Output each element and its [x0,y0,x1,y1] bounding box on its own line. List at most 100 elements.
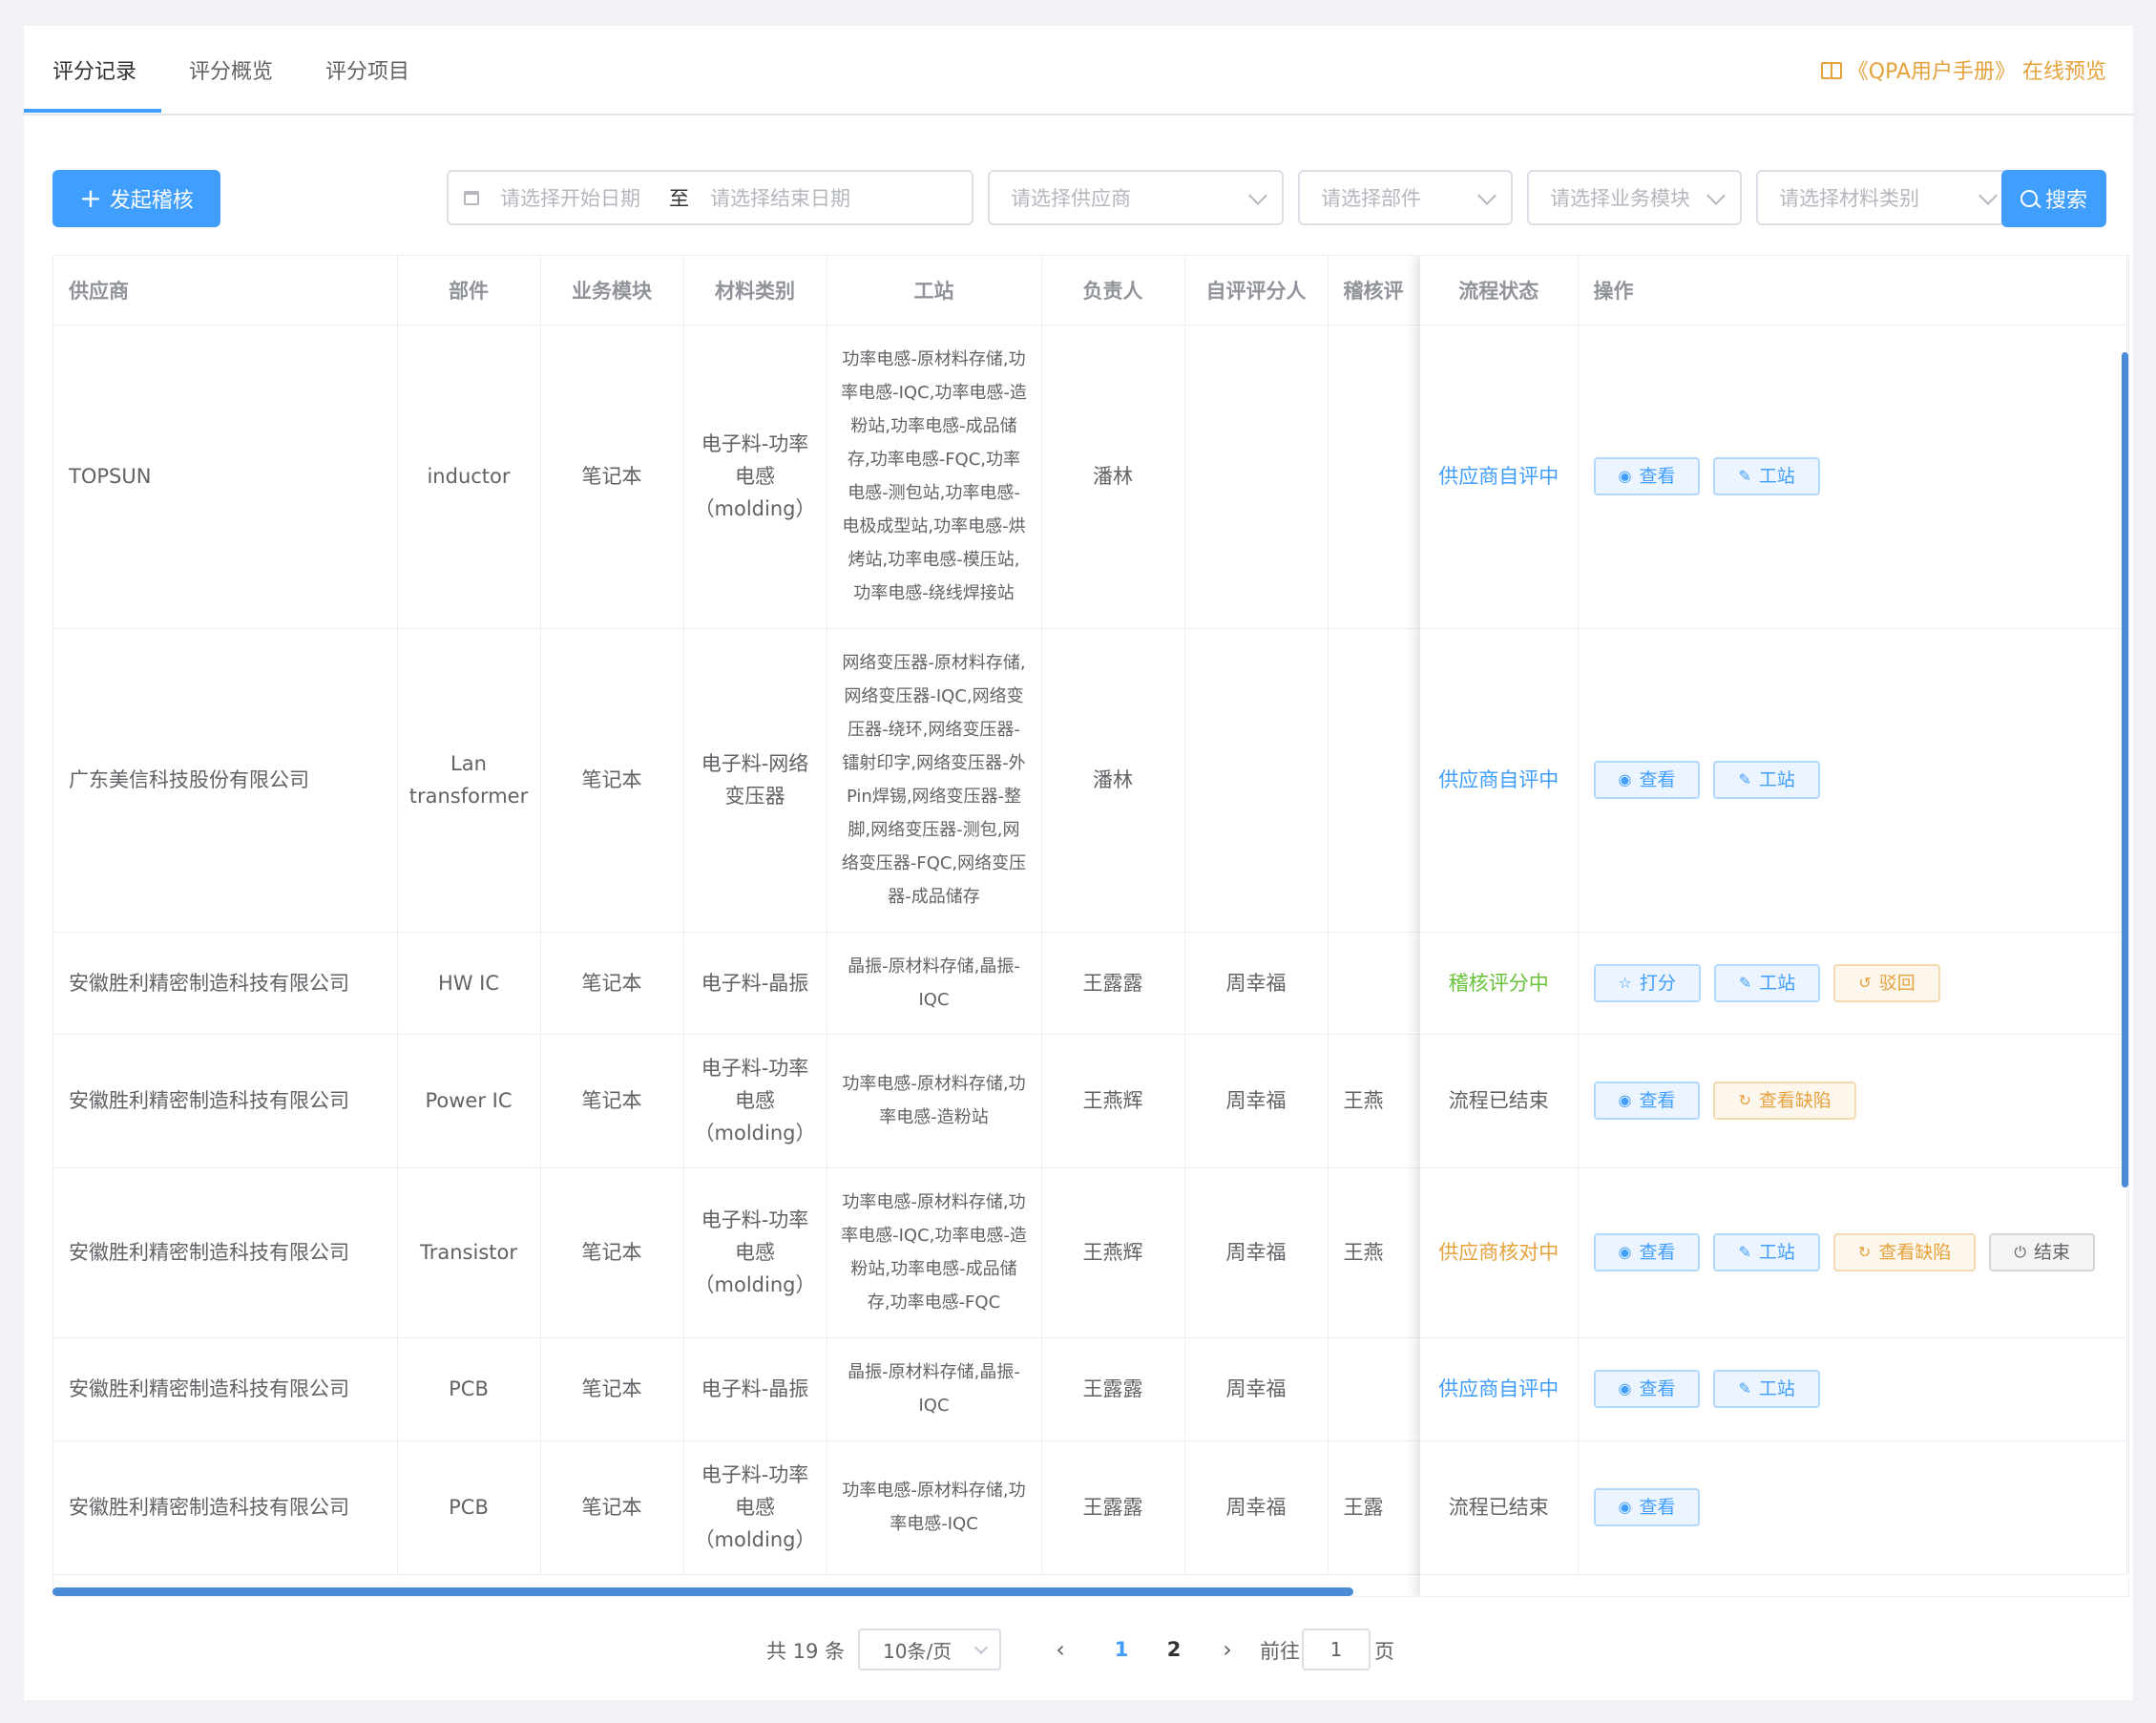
station-icon: ✎ [1738,1379,1751,1397]
search-button[interactable]: 搜索 [2001,170,2106,227]
cell-status: 供应商自评中 [1420,325,1579,629]
calendar-icon [464,190,479,205]
view-button[interactable]: ◉ 查看 [1593,1233,1701,1271]
tab-score-items[interactable]: 评分项目 [325,54,409,85]
next-page-button[interactable]: › [1210,1628,1245,1670]
column-header-supplier[interactable]: 供应商 [53,256,398,326]
cell-self-scorer: 周幸福 [1184,1034,1329,1168]
part-select[interactable]: 请选择部件 [1298,170,1513,225]
fixed-table-row[interactable]: 供应商自评中 ◉ 查看 ✎ 工站 [1420,325,2127,629]
cell-actions: ◉ 查看 ✎ 工站 [1578,1337,2127,1441]
table-row[interactable]: 安徽胜利精密制造科技有限公司 PCB 笔记本 电子料-晶振 晶振-原材料存储,晶振-IQ… [53,1337,1443,1441]
fixed-table-row[interactable]: 供应商自评中 ◉ 查看 ✎ 工站 [1420,1337,2127,1441]
view-button[interactable]: ◉ 查看 [1593,761,1701,799]
date-range-picker[interactable]: 请选择开始日期 至 请选择结束日期 [447,170,973,225]
view-button-label: 查看 [1639,1090,1676,1111]
station-icon: ✎ [1738,467,1751,485]
fixed-table-row[interactable]: 供应商自评中 ◉ 查看 ✎ 工站 [1420,628,2127,933]
table-row[interactable]: 安徽胜利精密制造科技有限公司 Power IC 笔记本 电子料-功率电感（moldin… [53,1034,1443,1168]
station-button[interactable]: ✎ 工站 [1713,761,1820,799]
table-row[interactable]: 安徽胜利精密制造科技有限公司 Transistor 笔记本 电子料-功率电感（mold… [53,1167,1443,1338]
end-date-input[interactable]: 请选择结束日期 [710,183,850,212]
station-button[interactable]: ✎ 工站 [1713,457,1820,495]
view-defects-button[interactable]: ↻ 查看缺陷 [1713,1082,1856,1120]
page-number-1[interactable]: 1 [1104,1628,1139,1670]
prev-page-button[interactable]: ‹ [1043,1628,1078,1670]
column-header-status[interactable]: 流程状态 [1420,256,1579,326]
finish-button[interactable]: ⏻ 结束 [1989,1233,2095,1271]
tab-score-overview[interactable]: 评分概览 [189,54,273,85]
goto-suffix: 页 [1374,1640,1394,1663]
table-row[interactable]: 安徽胜利精密制造科技有限公司 PCB 笔记本 电子料-功率电感（molding） 功率电… [53,1440,1443,1575]
cell-material: 电子料-功率电感（molding） [683,1034,827,1168]
search-button-label: 搜索 [2044,189,2087,213]
view-button-label: 查看 [1639,466,1676,487]
cell-status: 供应商自评中 [1420,628,1579,933]
start-date-input[interactable]: 请选择开始日期 [479,183,640,212]
fixed-table-row[interactable]: 稽核评分中 ☆ 打分 ✎ 工站 ↺ 驳回 [1420,932,2127,1035]
page-size-select[interactable]: 10条/页 [858,1628,1001,1670]
column-header-self-scorer[interactable]: 自评评分人 [1184,256,1329,326]
view-button[interactable]: ◉ 查看 [1593,457,1701,495]
view-defects-button[interactable]: ↻ 查看缺陷 [1832,1233,1977,1271]
column-header-owner[interactable]: 负责人 [1041,256,1185,326]
table-row[interactable]: 广东美信科技股份有限公司 Lan transformer 笔记本 电子料-网络变压器网… [53,628,1443,933]
supplier-select[interactable]: 请选择供应商 [988,170,1284,225]
vertical-scrollbar[interactable] [2122,352,2128,1187]
cell-actions: ◉ 查看 ↻ 查看缺陷 [1578,1034,2127,1168]
cell-material: 电子料-晶振 [683,1337,827,1441]
view-icon: ◉ [1618,1379,1632,1397]
user-manual-link[interactable]: 《QPA用户手册》 在线预览 [1820,54,2106,85]
cell-station: 功率电感-原材料存储,功率电感-IQC,功率电感-造粉站,功率电感-成品储存,功… [827,1167,1042,1338]
cell-module: 笔记本 [540,1167,684,1338]
module-select[interactable]: 请选择业务模块 [1527,170,1742,225]
active-tab-indicator [24,109,161,113]
cell-module: 笔记本 [540,325,684,629]
score-icon: ☆ [1618,973,1632,992]
records-table: 供应商 部件 业务模块 材料类别 工站 负责人 自评评分人 稽核评 TOPSUN… [52,255,2129,1597]
cell-part: PCB [397,1440,541,1575]
cell-module: 笔记本 [540,1034,684,1168]
cell-self-scorer: 周幸福 [1184,1337,1329,1441]
score-button[interactable]: ☆ 打分 [1593,963,1701,1002]
station-button[interactable]: ✎ 工站 [1713,963,1821,1002]
fixed-table-row[interactable]: 流程已结束 ◉ 查看 ↻ 查看缺陷 [1420,1034,2127,1168]
horizontal-scrollbar[interactable] [52,1587,1353,1596]
table-row[interactable]: TOPSUN inductor 笔记本 电子料-功率电感（molding） 功率电感-原… [53,325,1443,629]
table-row[interactable]: 安徽胜利精密制造科技有限公司 HW IC 笔记本 电子料-晶振 晶振-原材料存储,晶振-… [53,932,1443,1035]
column-header-material[interactable]: 材料类别 [683,256,827,326]
view-button[interactable]: ◉ 查看 [1593,1370,1701,1408]
reject-button[interactable]: ↺ 驳回 [1833,963,1940,1002]
view-button-label: 查看 [1639,1242,1676,1263]
station-button[interactable]: ✎ 工站 [1713,1233,1820,1271]
chevron-down-icon [1978,186,1998,205]
search-icon [2020,190,2038,207]
cell-self-scorer: 周幸福 [1184,932,1329,1035]
column-header-module[interactable]: 业务模块 [540,256,684,326]
fixed-table-row[interactable]: 供应商核对中 ◉ 查看 ✎ 工站 ↻ 查看缺陷 ⏻ 结束 [1420,1167,2127,1338]
cell-self-scorer [1184,628,1329,933]
view-defects-button-label: 查看缺陷 [1878,1242,1952,1263]
view-button[interactable]: ◉ 查看 [1593,1488,1701,1526]
cell-self-scorer: 周幸福 [1184,1167,1329,1338]
page-number-2[interactable]: 2 [1157,1628,1191,1670]
cell-part: Power IC [397,1034,541,1168]
column-header-station[interactable]: 工站 [827,256,1042,326]
cell-part: Transistor [397,1167,541,1338]
create-audit-button[interactable]: + 发起稽核 [52,170,220,227]
view-icon: ◉ [1618,467,1632,485]
station-button[interactable]: ✎ 工站 [1713,1370,1820,1408]
cell-owner: 王燕辉 [1041,1034,1185,1168]
goto-page-input[interactable]: 1 [1302,1628,1371,1670]
cell-material: 电子料-晶振 [683,932,827,1035]
material-select[interactable]: 请选择材料类别 [1756,170,2014,225]
column-header-part[interactable]: 部件 [397,256,541,326]
create-audit-label: 发起稽核 [109,189,194,213]
cell-self-scorer: 周幸福 [1184,1440,1329,1575]
view-defects-icon: ↻ [1857,1243,1872,1261]
tab-score-records[interactable]: 评分记录 [52,54,136,85]
cell-status: 稽核评分中 [1420,932,1579,1035]
fixed-table-row[interactable]: 流程已结束 ◉ 查看 [1420,1440,2127,1575]
view-button[interactable]: ◉ 查看 [1593,1082,1701,1120]
station-icon: ✎ [1738,770,1751,788]
